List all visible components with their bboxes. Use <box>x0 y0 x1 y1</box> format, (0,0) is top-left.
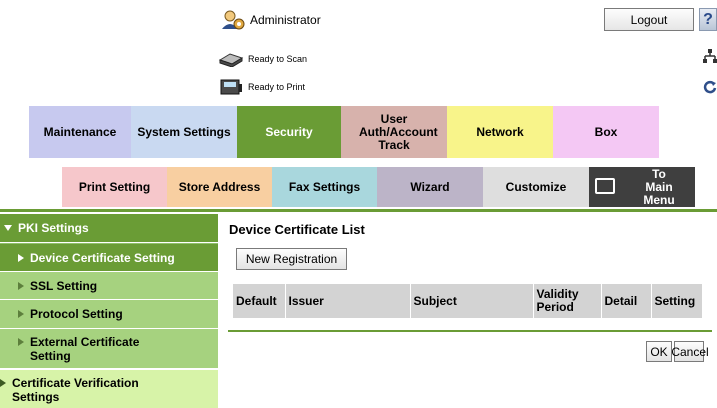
tab-box[interactable]: Box <box>553 106 659 158</box>
column-header-validity-period: Validity Period <box>533 284 602 318</box>
column-header-subject: Subject <box>410 284 534 318</box>
new-registration-button[interactable]: New Registration <box>236 248 347 270</box>
refresh-icon[interactable] <box>703 80 717 94</box>
main-menu-icon <box>595 178 615 194</box>
sidebar-item-ssl-setting[interactable]: SSL Setting <box>0 271 218 299</box>
tab-network[interactable]: Network <box>447 106 553 158</box>
sub-tabs: Print Setting Store Address Fax Settings… <box>62 167 695 207</box>
main-tabs: Maintenance System Settings Security Use… <box>29 106 659 158</box>
user-name: Administrator <box>250 13 321 27</box>
arrow-right-icon <box>18 253 24 262</box>
scan-status-text: Ready to Scan <box>248 54 308 64</box>
arrow-right-icon <box>18 281 24 290</box>
cancel-label: Cancel <box>671 344 709 359</box>
column-header-issuer: Issuer <box>285 284 411 318</box>
validity-period-label: Validity Period <box>536 287 579 314</box>
arrow-right-icon <box>0 379 6 387</box>
certificate-table: Default Issuer Subject Validity Period D… <box>233 284 702 318</box>
admin-user-icon <box>222 10 245 30</box>
print-status-text: Ready to Print <box>248 82 306 92</box>
header-divider <box>0 209 717 212</box>
expanded-arrow-icon <box>4 225 12 231</box>
sidebar-item-label: SSL Setting <box>30 278 98 293</box>
sidebar-item-label: Protocol Setting <box>30 307 123 321</box>
printer-icon <box>220 79 242 95</box>
network-map-icon[interactable] <box>703 49 717 63</box>
to-main-menu-button[interactable]: To Main Menu <box>589 167 695 207</box>
content-divider <box>228 330 712 332</box>
arrow-right-icon <box>18 338 24 346</box>
cancel-button[interactable]: Cancel <box>671 341 709 362</box>
to-main-menu-label: To Main Menu <box>643 166 675 207</box>
sidebar-item-certificate-verification-settings[interactable]: Certificate Verification Settings <box>0 370 218 408</box>
sidebar-item-label: External Certificate Setting <box>30 335 140 363</box>
sidebar-item-pki-settings[interactable]: PKI Settings <box>0 214 218 242</box>
sidebar-item-external-certificate-setting[interactable]: External Certificate Setting <box>0 328 218 368</box>
logout-button[interactable]: Logout <box>604 8 694 31</box>
column-header-detail: Detail <box>601 284 652 318</box>
tab-user-auth-account-track[interactable]: User Auth/Account Track <box>341 106 447 158</box>
column-header-default: Default <box>233 284 286 318</box>
tab-fax-settings[interactable]: Fax Settings <box>272 167 377 207</box>
tab-user-auth-label: User Auth/Account Track <box>359 111 438 152</box>
print-status: Ready to Print <box>218 78 305 96</box>
page-title: Device Certificate List <box>229 222 365 237</box>
tab-system-settings[interactable]: System Settings <box>131 106 237 158</box>
current-user: Administrator <box>221 10 321 30</box>
help-icon[interactable]: ? <box>699 8 717 31</box>
sidebar-item-label: Certificate Verification Settings <box>12 376 139 404</box>
arrow-right-icon <box>18 310 24 318</box>
scan-status: Ready to Scan <box>218 51 307 67</box>
tab-security[interactable]: Security <box>237 106 341 158</box>
sidebar: PKI Settings Device Certificate Setting … <box>0 214 218 408</box>
scanner-icon <box>218 53 244 67</box>
sidebar-item-label: PKI Settings <box>18 221 89 235</box>
sidebar-item-device-certificate-setting[interactable]: Device Certificate Setting <box>0 243 218 271</box>
tab-store-address[interactable]: Store Address <box>167 167 272 207</box>
column-header-setting: Setting <box>651 284 702 318</box>
sidebar-item-protocol-setting[interactable]: Protocol Setting <box>0 299 218 328</box>
tab-wizard[interactable]: Wizard <box>377 167 483 207</box>
tab-customize[interactable]: Customize <box>483 167 589 207</box>
tab-maintenance[interactable]: Maintenance <box>29 106 131 158</box>
tab-print-setting[interactable]: Print Setting <box>62 167 167 207</box>
sidebar-item-label: Device Certificate Setting <box>30 250 175 265</box>
table-header-row: Default Issuer Subject Validity Period D… <box>233 284 702 318</box>
